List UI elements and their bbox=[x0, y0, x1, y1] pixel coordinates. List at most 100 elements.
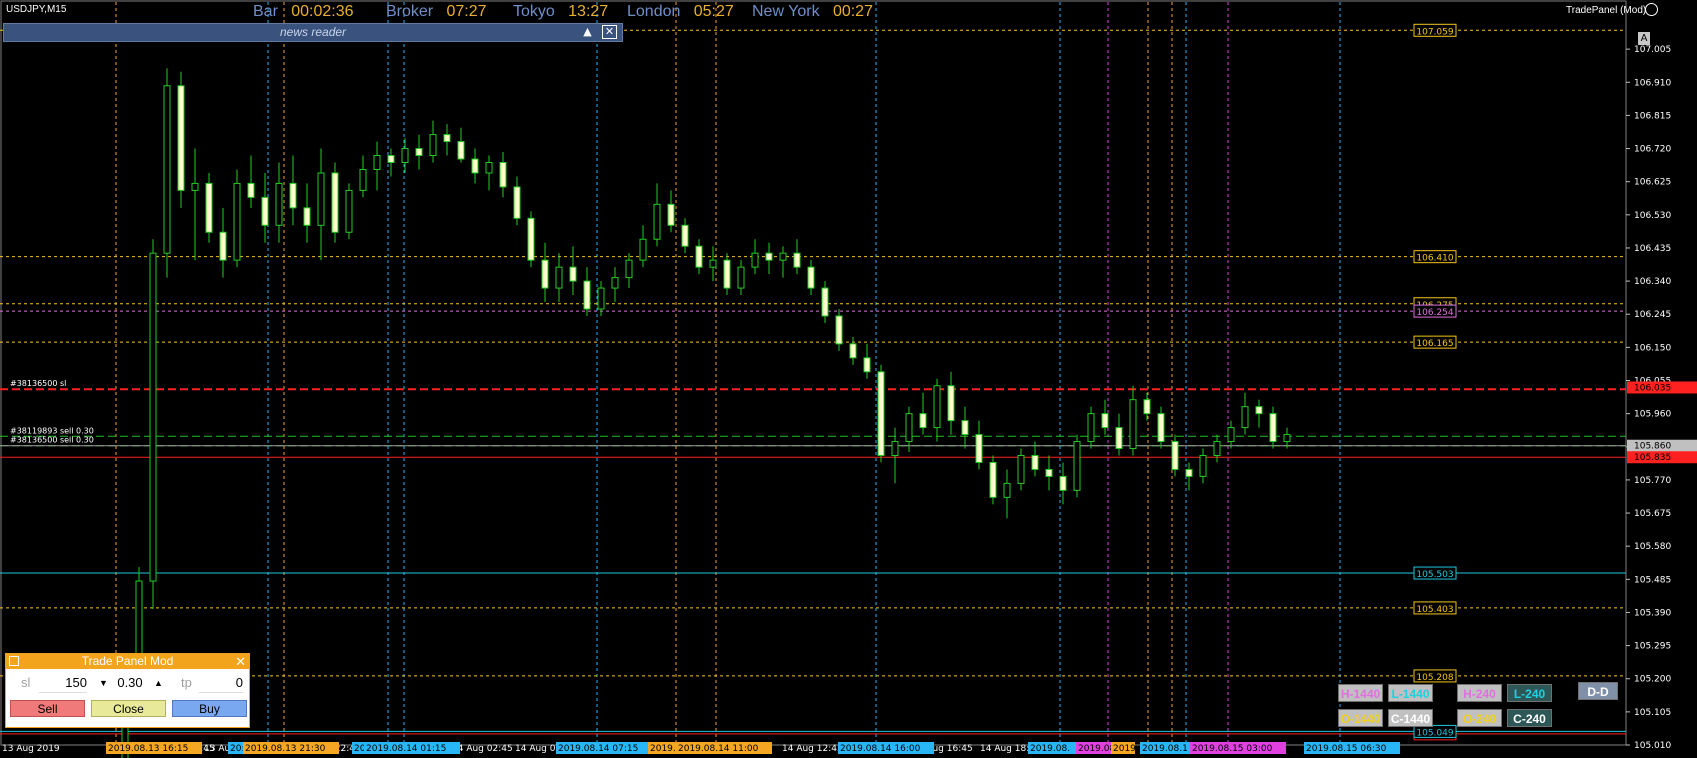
candle-body bbox=[765, 252, 773, 261]
sl-input[interactable]: 150 bbox=[39, 674, 87, 693]
candle-body bbox=[387, 155, 395, 163]
candle-body bbox=[513, 186, 521, 219]
price-level-label: 105.503 bbox=[1416, 570, 1453, 580]
price-level-label: 105.049 bbox=[1416, 728, 1453, 738]
y-tick-label: 105.485 bbox=[1634, 575, 1671, 585]
lot-down-icon[interactable]: ▼ bbox=[99, 674, 108, 692]
session-newyork: New York 00:27 bbox=[752, 3, 873, 20]
y-tick-label: 106.910 bbox=[1634, 78, 1671, 88]
trade-panel-header[interactable]: Trade Panel Mod ✕ bbox=[6, 654, 249, 669]
x-tick-label: 14 Aug 02:45 bbox=[452, 744, 513, 754]
candle-body bbox=[401, 148, 409, 163]
y-tick-label: 106.245 bbox=[1634, 310, 1671, 320]
c-1440-button[interactable]: C-1440 bbox=[1388, 709, 1433, 727]
candle-body bbox=[807, 266, 815, 289]
candle-body bbox=[933, 385, 941, 429]
candle-body bbox=[989, 461, 997, 498]
trade-panel-close-icon[interactable]: ✕ bbox=[235, 654, 246, 669]
candle-body bbox=[891, 441, 899, 456]
tp-input[interactable]: 0 bbox=[199, 674, 243, 693]
candle-body bbox=[1185, 468, 1193, 477]
axis-price-tag-label: 105.860 bbox=[1634, 442, 1671, 452]
o-1440-button[interactable]: O-1440 bbox=[1338, 709, 1383, 727]
sl-label: sl bbox=[21, 675, 31, 690]
d-d-button[interactable]: D-D bbox=[1578, 682, 1618, 700]
candle-body bbox=[1101, 413, 1109, 429]
c-240-button[interactable]: C-240 bbox=[1507, 709, 1552, 727]
x-time-mark-label: 2019 bbox=[1113, 744, 1136, 754]
candle-body bbox=[289, 182, 297, 209]
lot-input[interactable]: 0.30 bbox=[112, 674, 148, 692]
order-line-label: #38136500 sell 0.30 bbox=[10, 436, 94, 445]
axis-price-tag-label: 106.035 bbox=[1634, 383, 1671, 393]
close-icon[interactable]: ✕ bbox=[602, 25, 617, 39]
candle-body bbox=[1241, 406, 1249, 429]
close-position-button[interactable]: Close bbox=[91, 700, 166, 717]
candle-body bbox=[821, 287, 829, 317]
news-reader-title: news reader bbox=[280, 25, 347, 39]
y-tick-label: 106.530 bbox=[1634, 211, 1671, 221]
candle-body bbox=[205, 182, 213, 233]
x-time-mark-label: 2019.08.15 06:30 bbox=[1306, 744, 1387, 754]
candle-body bbox=[1031, 454, 1039, 470]
candle-body bbox=[1283, 434, 1291, 443]
candle-body bbox=[261, 196, 269, 226]
y-tick-label: 105.010 bbox=[1634, 741, 1671, 751]
tp-label: tp bbox=[181, 675, 192, 690]
y-tick-label: 105.105 bbox=[1634, 708, 1671, 718]
l-240-button[interactable]: L-240 bbox=[1507, 684, 1552, 702]
candle-body bbox=[723, 259, 731, 289]
candle-body bbox=[975, 434, 983, 463]
x-time-mark-label: 2019.08.13 21:30 bbox=[245, 744, 326, 754]
axis-price-tag-label: 105.835 bbox=[1634, 453, 1671, 463]
trade-panel-inputs: sl 150 ▼ 0.30 ▲ tp 0 bbox=[9, 674, 247, 693]
candle-body bbox=[849, 343, 857, 359]
session-tokyo: Tokyo 13:27 bbox=[513, 3, 609, 20]
price-chart[interactable]: 107.059106.410106.275106.254106.165105.5… bbox=[0, 0, 1697, 758]
price-level-label: 107.059 bbox=[1416, 27, 1453, 37]
candle-body bbox=[751, 252, 759, 268]
candle-body bbox=[863, 357, 871, 373]
candle-body bbox=[947, 385, 955, 422]
h-1440-button[interactable]: H-1440 bbox=[1338, 684, 1383, 702]
y-tick-label: 106.625 bbox=[1634, 178, 1671, 188]
candle-body bbox=[1255, 406, 1263, 415]
l-1440-button[interactable]: L-1440 bbox=[1388, 684, 1433, 702]
expert-name: TradePanel (Mod) bbox=[1566, 5, 1647, 16]
candle-body bbox=[961, 420, 969, 436]
x-time-mark-label: 2019.08.1 bbox=[1142, 744, 1188, 754]
candle-body bbox=[695, 245, 703, 268]
candle-body bbox=[1003, 482, 1011, 498]
chart-title: USDJPY,M15 bbox=[6, 4, 67, 15]
y-tick-label: 105.390 bbox=[1634, 608, 1671, 618]
lot-up-icon[interactable]: ▲ bbox=[154, 674, 163, 692]
price-level-label: 105.403 bbox=[1416, 605, 1453, 615]
candle-body bbox=[611, 277, 619, 289]
x-time-mark-label: 2019.08.14 01:15 bbox=[366, 744, 446, 754]
x-time-mark-label: 2019.08.13 16:15 bbox=[108, 744, 188, 754]
price-level-label: 106.254 bbox=[1416, 308, 1453, 318]
o-240-button[interactable]: O-240 bbox=[1457, 709, 1502, 727]
candle-body bbox=[569, 266, 577, 282]
candle-body bbox=[191, 182, 199, 191]
collapse-icon[interactable]: ▲ bbox=[580, 25, 595, 39]
buy-button[interactable]: Buy bbox=[172, 700, 247, 717]
candle-body bbox=[317, 172, 325, 226]
candle-body bbox=[709, 259, 717, 268]
x-time-mark-label: 2019.08.14 07:15 bbox=[558, 744, 638, 754]
candle-body bbox=[219, 231, 227, 261]
y-tick-label: 106.340 bbox=[1634, 277, 1671, 287]
candle-body bbox=[1157, 413, 1165, 443]
candle-body bbox=[527, 217, 535, 261]
sell-button[interactable]: Sell bbox=[10, 700, 85, 717]
auto-scroll-button[interactable]: A bbox=[1638, 32, 1650, 45]
candle-body bbox=[919, 413, 927, 429]
y-tick-label: 105.200 bbox=[1634, 675, 1671, 685]
candle-body bbox=[303, 207, 311, 226]
news-reader-bar[interactable]: news reader ▲ ✕ bbox=[3, 23, 623, 42]
candle-body bbox=[1087, 413, 1095, 443]
candle-body bbox=[737, 266, 745, 289]
h-240-button[interactable]: H-240 bbox=[1457, 684, 1502, 702]
candle-body bbox=[485, 161, 493, 174]
candle-body bbox=[835, 315, 843, 345]
